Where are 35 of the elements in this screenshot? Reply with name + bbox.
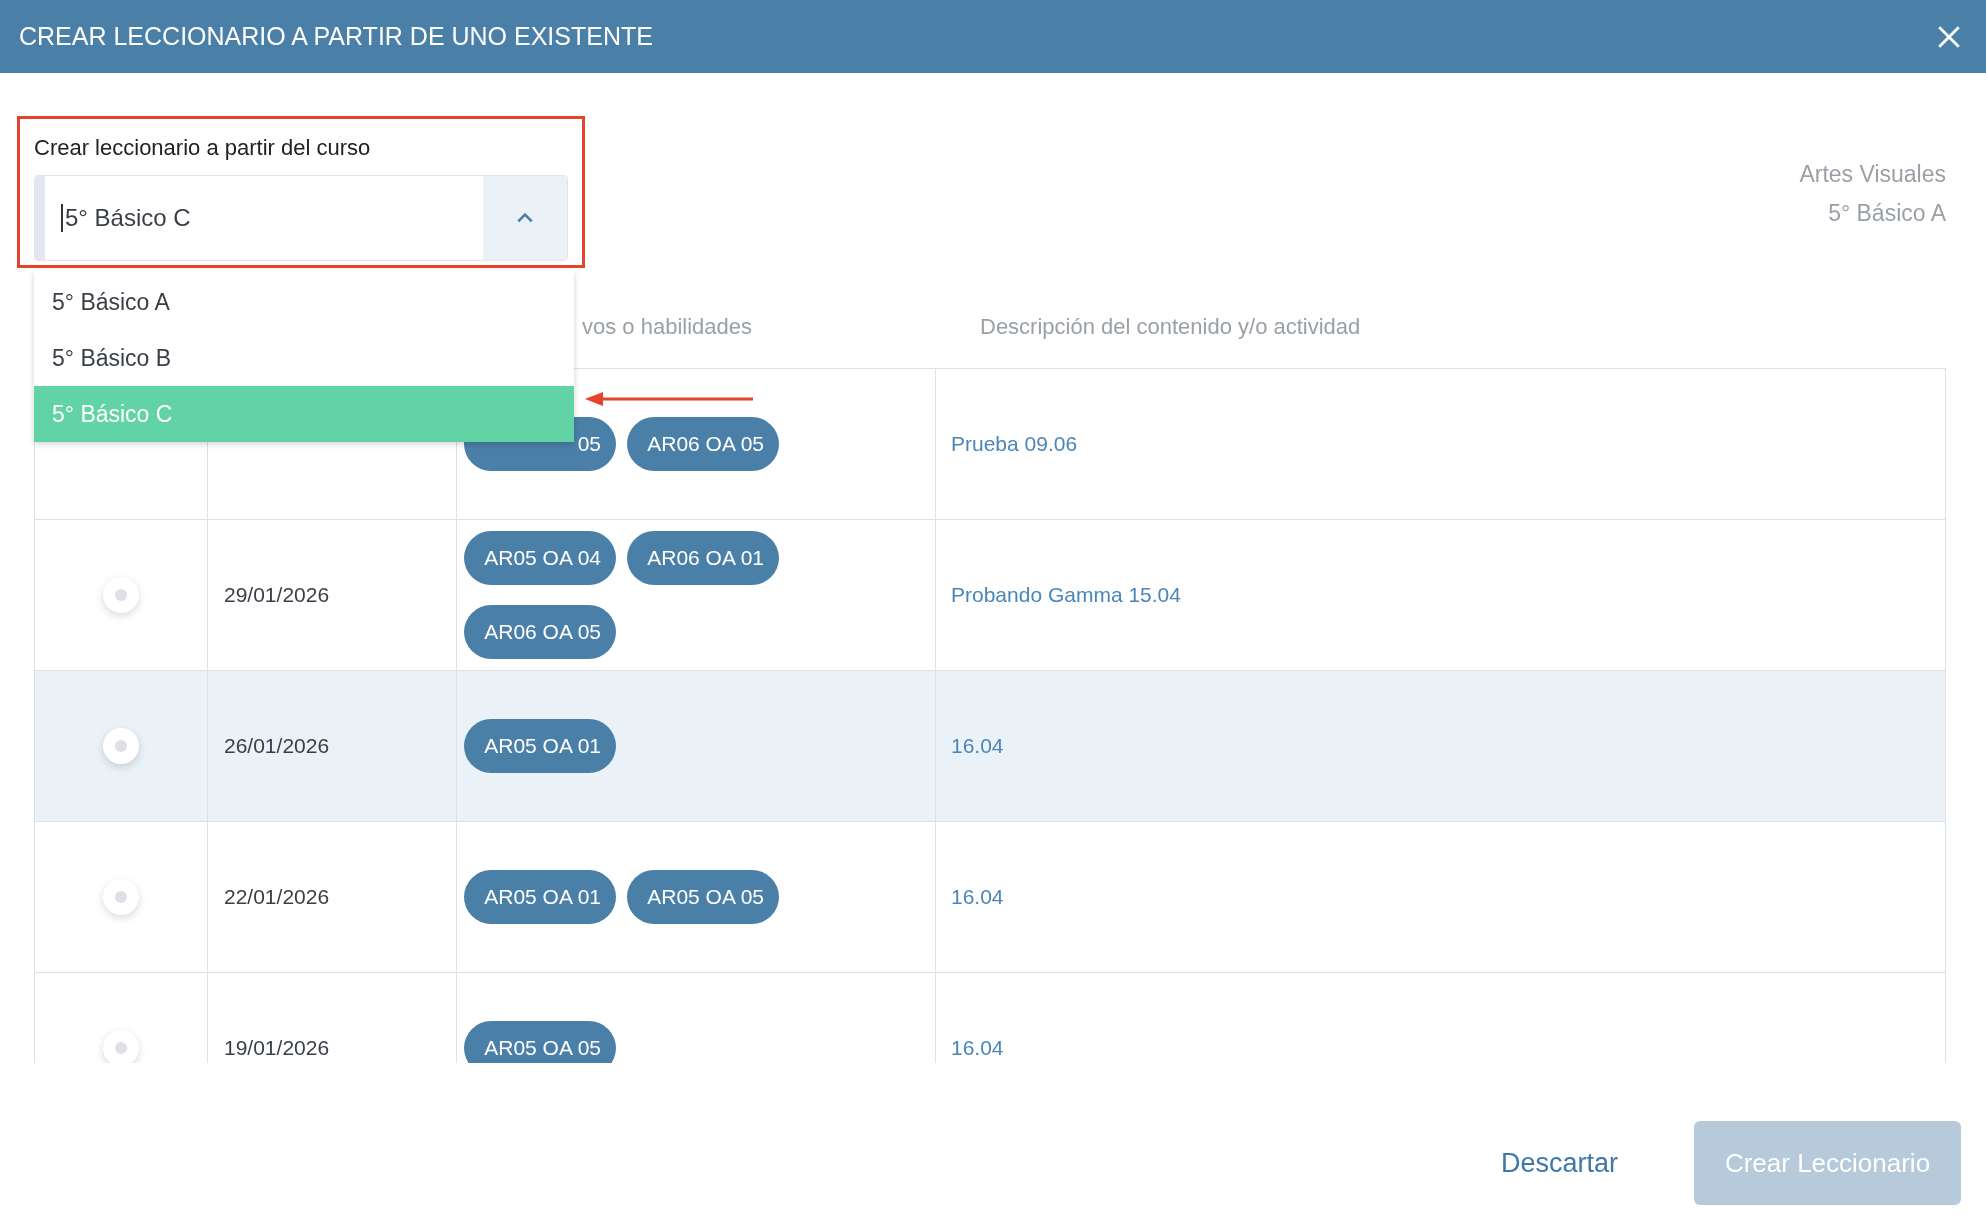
chevron-icon — [516, 212, 534, 224]
description-link[interactable]: Prueba 09.06 — [951, 432, 1078, 456]
radio-button[interactable] — [103, 879, 139, 915]
date-cell: 19/01/2026 — [224, 1036, 330, 1060]
table-row[interactable]: 22/01/2026 AR05 OA 01 AR05 OA 05 16.04 — [34, 822, 1946, 973]
objective-chip: AR06 OA 01 — [627, 531, 779, 585]
course-select[interactable]: 5° Básico C — [34, 175, 568, 261]
date-cell: 26/01/2026 — [224, 734, 330, 758]
discard-button[interactable]: Descartar — [1494, 1146, 1624, 1180]
subject-label: Artes Visuales — [1799, 161, 1946, 188]
radio-button[interactable] — [103, 728, 139, 764]
highlighted-row[interactable]: 26/01/2026 AR05 OA 01 16.04 — [34, 671, 1946, 822]
dropdown-option[interactable]: 5° Básico A — [34, 274, 574, 330]
description-link[interactable]: Probando Gamma 15.04 — [951, 583, 1181, 607]
date-cell: 29/01/2026 — [224, 583, 330, 607]
course-label: 5° Básico A — [1828, 200, 1946, 227]
description-link[interactable]: 16.04 — [951, 885, 1004, 909]
window-title: CREAR LECCIONARIO A PARTIR DE UNO EXISTENTE — [19, 22, 653, 51]
description-link[interactable]: 16.04 — [951, 734, 1004, 758]
objective-chip: AR06 OA 05 — [464, 605, 616, 659]
objective-chip: AR05 OA 01 — [464, 719, 616, 773]
date-cell: 22/01/2026 — [224, 885, 330, 909]
objective-chip: AR05 OA 01 — [464, 870, 616, 924]
radio-button[interactable] — [103, 577, 139, 613]
objective-chip: AR05 OA 05 — [627, 870, 779, 924]
column-header: Descripción del contenido y/o actividad — [980, 314, 1361, 340]
objective-chip: AR06 OA 05 — [627, 417, 779, 471]
description-link[interactable]: 16.04 — [951, 1036, 1004, 1060]
table-row[interactable]: 19/01/2026 AR05 OA 05 16.04 — [34, 973, 1946, 1063]
column-header: vos o habilidades — [582, 314, 752, 340]
radio-button[interactable] — [103, 1030, 139, 1063]
table-row[interactable]: 29/01/2026 AR05 OA 04 AR06 OA 01 AR06 OA 05 Probando Gamma 15.04 — [34, 520, 1946, 671]
field-label: Crear leccionario a partir del curso — [34, 135, 372, 161]
objective-chip: AR05 OA 05 — [464, 1021, 616, 1063]
objective-chip: AR05 OA 04 — [464, 531, 616, 585]
